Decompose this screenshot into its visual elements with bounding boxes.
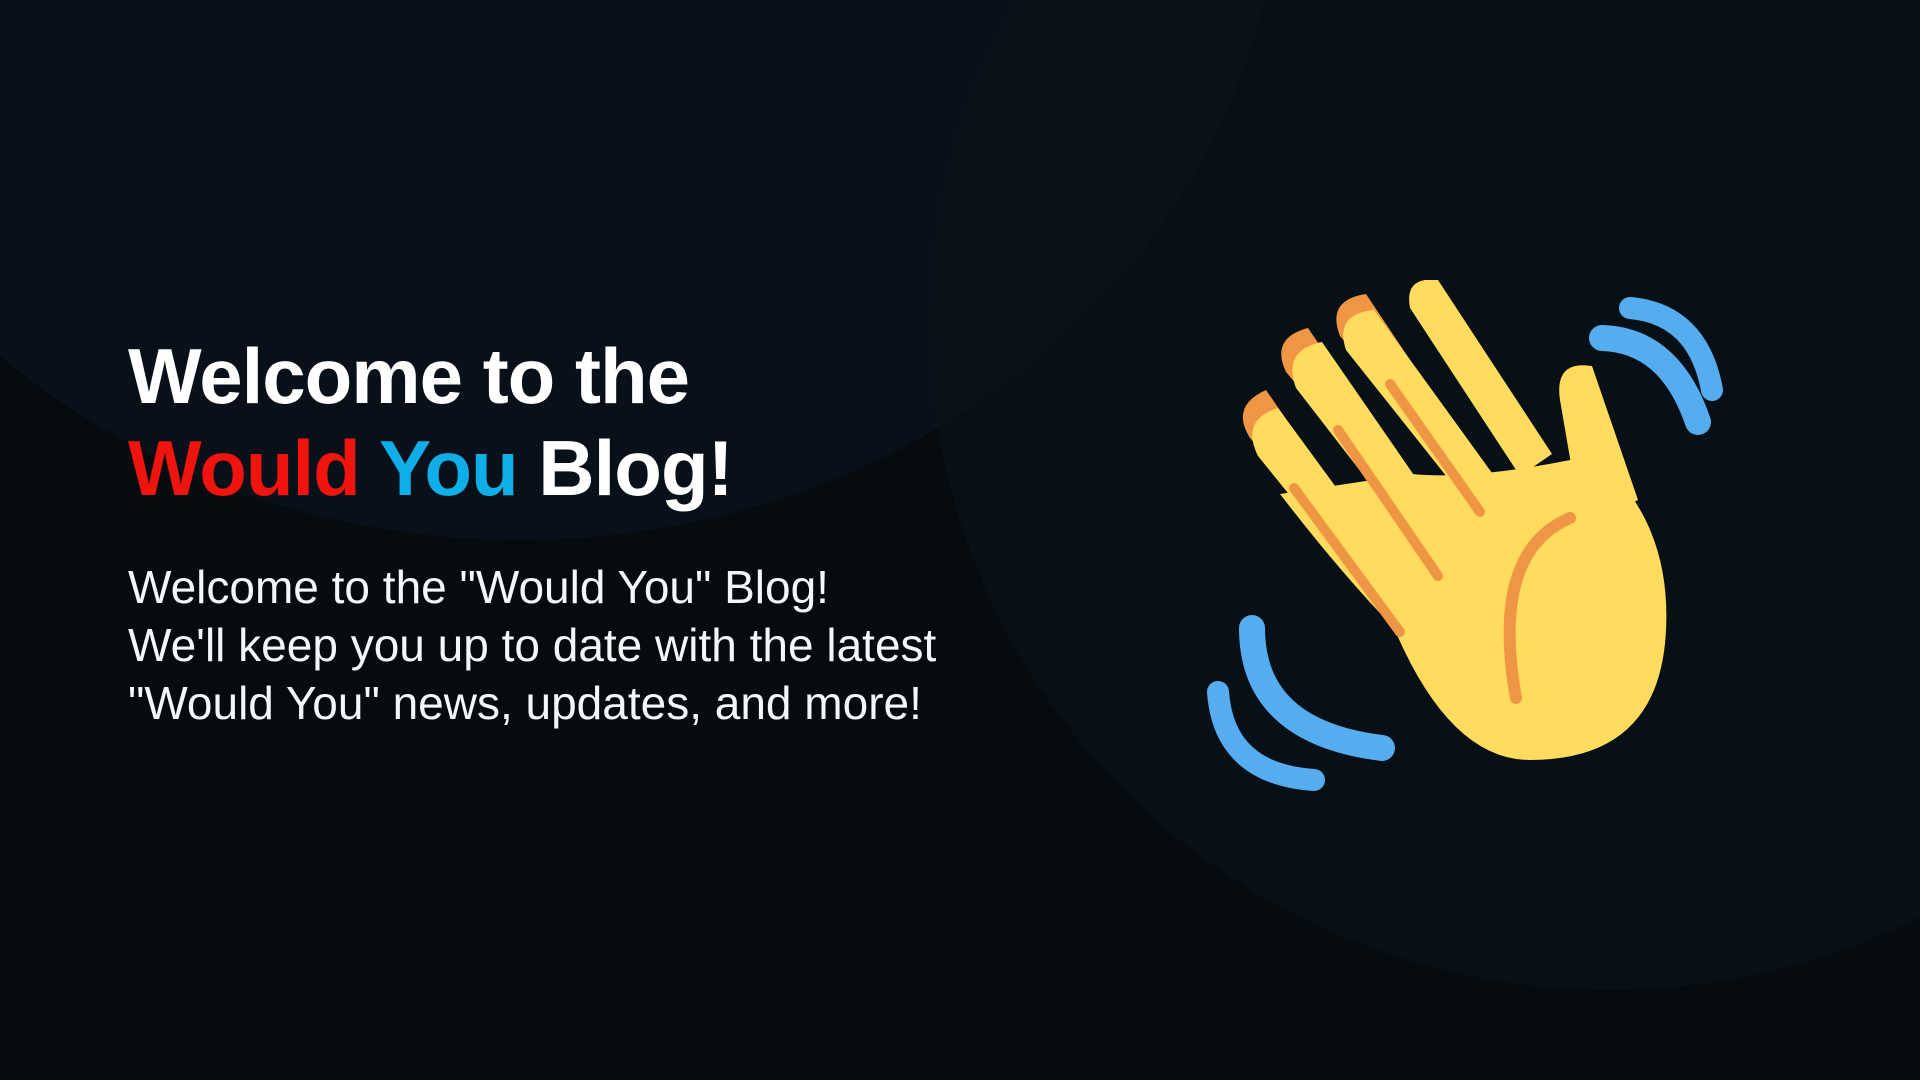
hero-text: Welcome to the Would You Blog! Welcome t… (128, 330, 948, 732)
title-word-blog: Blog! (538, 424, 733, 512)
waving-hand-icon (1190, 280, 1750, 820)
blog-hero-banner: Welcome to the Would You Blog! Welcome t… (0, 0, 1920, 1080)
page-title: Welcome to the Would You Blog! (128, 330, 948, 514)
title-word-would: Would (128, 424, 361, 512)
title-word-you: You (379, 424, 519, 512)
title-line-1: Welcome to the (128, 332, 690, 420)
waving-hand-graphic (1207, 280, 1723, 791)
hero-description: Welcome to the "Would You" Blog! We'll k… (128, 561, 937, 729)
